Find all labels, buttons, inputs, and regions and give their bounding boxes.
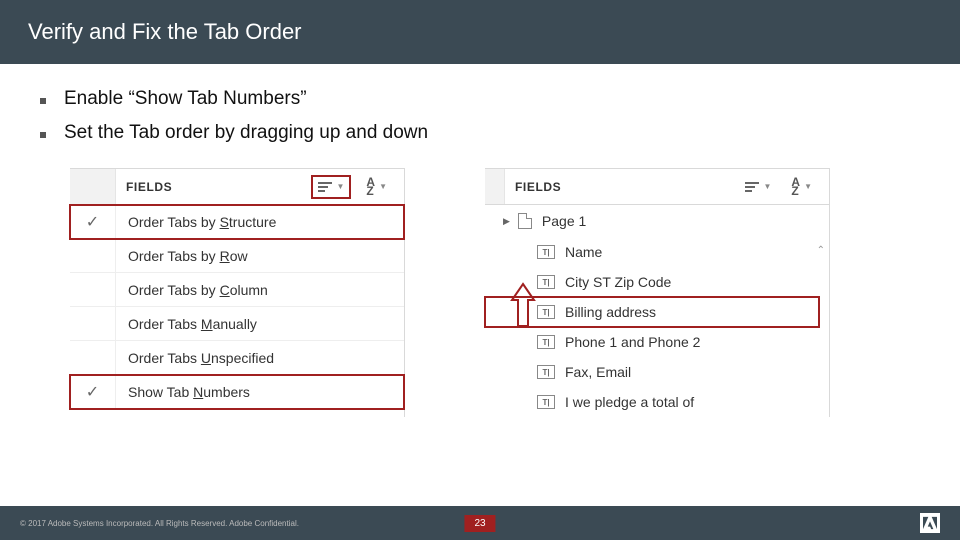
title-text: Verify and Fix the Tab Order — [28, 19, 302, 45]
check-column — [70, 307, 116, 340]
check-column — [70, 341, 116, 374]
panel-header: FIELDS ▼ A Z ▼ — [485, 169, 829, 205]
panel-gutter — [70, 169, 116, 204]
field-label: Billing address — [565, 304, 656, 320]
check-column: ✓ — [70, 375, 116, 408]
panel-title: FIELDS — [505, 180, 740, 194]
menu-item-label: Order Tabs by Column — [116, 282, 268, 298]
menu-item[interactable]: Order Tabs Manually — [70, 307, 404, 341]
chevron-down-icon: ▼ — [804, 182, 812, 191]
slide-title: Verify and Fix the Tab Order — [0, 0, 960, 64]
bullet-marker — [40, 132, 46, 138]
panel-title: FIELDS — [116, 180, 311, 194]
bullet-list: Enable “Show Tab Numbers” Set the Tab or… — [40, 88, 920, 144]
options-icon — [745, 180, 759, 194]
sort-dropdown-button[interactable]: A Z ▼ — [786, 175, 817, 199]
page-node[interactable]: ▶ Page 1 — [485, 205, 829, 237]
scroll-up-icon[interactable]: ⌃ — [817, 245, 825, 256]
sort-az-icon: A Z — [791, 178, 800, 196]
menu-item-label: Order Tabs by Structure — [116, 214, 276, 230]
bullet-text: Enable “Show Tab Numbers” — [64, 88, 307, 110]
field-row[interactable]: T| Phone 1 and Phone 2 — [485, 327, 829, 357]
text-field-icon: T| — [537, 275, 555, 289]
menu-item[interactable]: Order Tabs by Row — [70, 239, 404, 273]
bullet-item: Set the Tab order by dragging up and dow… — [40, 122, 920, 144]
bullet-text: Set the Tab order by dragging up and dow… — [64, 122, 428, 144]
page-number: 23 — [464, 515, 495, 532]
text-field-icon: T| — [537, 245, 555, 259]
checkmark-icon: ✓ — [86, 212, 99, 232]
sort-dropdown-button[interactable]: A Z ▼ — [361, 175, 392, 199]
panel-header: FIELDS ▼ A Z ▼ — [70, 169, 404, 205]
chevron-down-icon: ▼ — [379, 182, 387, 191]
options-icon — [318, 180, 332, 194]
page-icon — [518, 213, 532, 229]
fields-panel-left: FIELDS ▼ A Z ▼ ✓ Order Tabs by Structure O… — [70, 168, 405, 417]
chevron-down-icon: ▼ — [336, 182, 344, 191]
menu-item-label: Order Tabs by Row — [116, 248, 248, 264]
fields-panel-right: FIELDS ▼ A Z ▼ ⌃ ▶ — [485, 168, 830, 417]
field-row[interactable]: T| Name — [485, 237, 829, 267]
panel-gutter — [485, 169, 505, 204]
field-row[interactable]: T| Fax, Email — [485, 357, 829, 387]
text-field-icon: T| — [537, 365, 555, 379]
menu-item[interactable]: ✓ Show Tab Numbers — [70, 375, 404, 409]
adobe-logo-icon — [920, 513, 940, 533]
field-label: Name — [565, 244, 602, 260]
options-dropdown-button[interactable]: ▼ — [311, 175, 351, 199]
field-label: I we pledge a total of — [565, 394, 694, 410]
options-menu: ✓ Order Tabs by Structure Order Tabs by Ro… — [70, 205, 404, 409]
menu-item[interactable]: Order Tabs by Column — [70, 273, 404, 307]
text-field-icon: T| — [537, 335, 555, 349]
menu-item-label: Order Tabs Unspecified — [116, 350, 274, 366]
check-column — [70, 239, 116, 272]
check-column: ✓ — [70, 205, 116, 238]
chevron-down-icon: ▼ — [763, 182, 771, 191]
checkmark-icon: ✓ — [86, 382, 99, 402]
collapse-triangle-icon[interactable]: ▶ — [503, 216, 510, 227]
menu-item-label: Show Tab Numbers — [116, 384, 250, 400]
sort-az-icon: A Z — [366, 178, 375, 196]
text-field-icon: T| — [537, 395, 555, 409]
menu-item-label: Order Tabs Manually — [116, 316, 257, 332]
field-row[interactable]: T| I we pledge a total of — [485, 387, 829, 417]
field-label: Phone 1 and Phone 2 — [565, 334, 700, 350]
text-field-icon: T| — [537, 305, 555, 319]
bullet-item: Enable “Show Tab Numbers” — [40, 88, 920, 110]
field-label: City ST Zip Code — [565, 274, 671, 290]
options-dropdown-button[interactable]: ▼ — [740, 177, 776, 197]
field-label: Fax, Email — [565, 364, 631, 380]
menu-item[interactable]: Order Tabs Unspecified — [70, 341, 404, 375]
page-label: Page 1 — [542, 213, 586, 229]
menu-item[interactable]: ✓ Order Tabs by Structure — [70, 205, 404, 239]
check-column — [70, 273, 116, 306]
field-row[interactable]: T| City ST Zip Code — [485, 267, 829, 297]
drag-up-arrow-icon — [510, 282, 536, 335]
slide-footer: © 2017 Adobe Systems Incorporated. All R… — [0, 506, 960, 540]
bullet-marker — [40, 98, 46, 104]
